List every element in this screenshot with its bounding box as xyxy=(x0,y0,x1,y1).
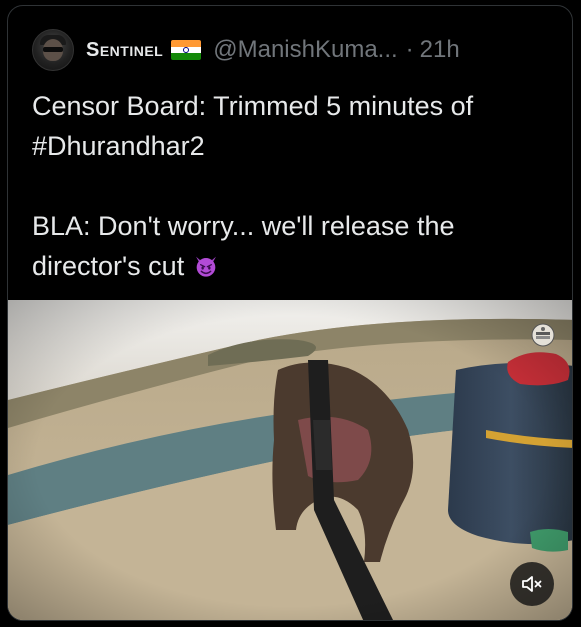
tweet-header: Sentinel @ManishKuma... · 21h xyxy=(32,28,460,72)
hashtag-link[interactable]: #Dhurandhar2 xyxy=(32,126,562,166)
timestamp[interactable]: 21h xyxy=(420,36,460,64)
india-flag-icon xyxy=(171,40,202,60)
author-display-name[interactable]: Sentinel xyxy=(86,39,163,62)
author-handle[interactable]: @ManishKuma... xyxy=(213,36,397,64)
channel-logo-icon xyxy=(531,323,555,347)
tweet-card[interactable]: Sentinel @ManishKuma... · 21h Censor Boa… xyxy=(7,5,573,621)
video-player[interactable] xyxy=(8,300,572,620)
smiling-imp-emoji-icon xyxy=(195,256,216,277)
video-frame xyxy=(8,300,572,620)
tweet-text-line: director's cut xyxy=(32,246,562,286)
speaker-muted-icon xyxy=(522,576,542,592)
separator-dot: · xyxy=(405,36,414,63)
avatar[interactable] xyxy=(32,29,74,71)
tweet-text-line: Censor Board: Trimmed 5 minutes of xyxy=(32,91,474,121)
tweet-text: Censor Board: Trimmed 5 minutes of #Dhur… xyxy=(32,86,562,286)
tweet-text-fragment: director's cut xyxy=(32,251,185,281)
mute-button[interactable] xyxy=(510,562,554,606)
tweet-text-line: BLA: Don't worry... we'll release the xyxy=(32,211,455,241)
